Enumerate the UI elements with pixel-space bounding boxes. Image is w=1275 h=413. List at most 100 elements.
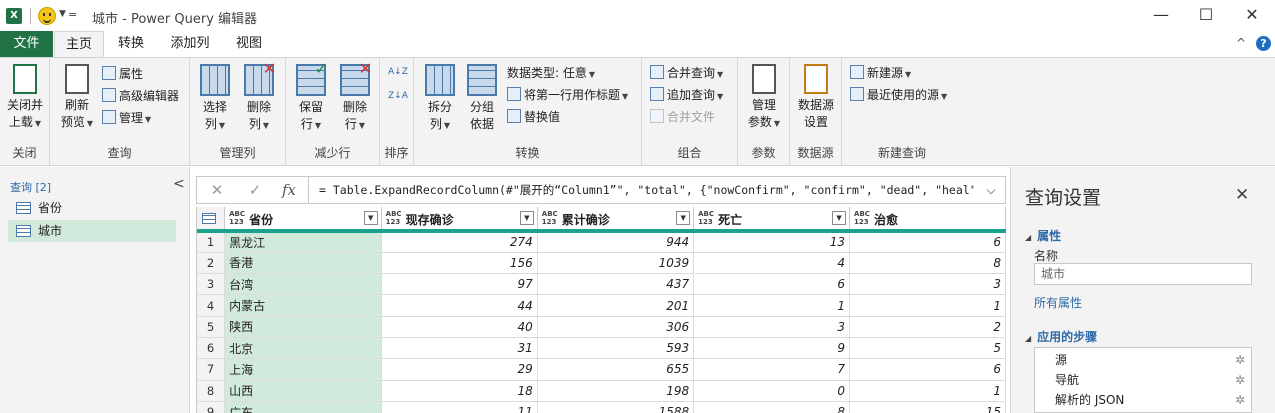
filter-dropdown-icon[interactable]: ▼: [832, 211, 847, 225]
close-and-load-button[interactable]: 关闭并 上载 ▼: [3, 62, 47, 132]
table-cell[interactable]: 13: [693, 231, 851, 253]
table-cell[interactable]: 40: [381, 316, 538, 338]
table-cell[interactable]: 198: [537, 380, 695, 402]
tab-view[interactable]: 视图: [226, 31, 272, 57]
data-source-settings-button[interactable]: 数据源 设置: [792, 62, 840, 131]
use-first-row-headers-button[interactable]: 将第一行用作标题 ▼: [507, 85, 628, 105]
excel-app-icon[interactable]: X: [6, 8, 22, 24]
append-queries-button[interactable]: 追加查询 ▼: [650, 85, 723, 105]
cancel-formula-icon[interactable]: ✕: [205, 180, 229, 200]
table-cell[interactable]: 1: [693, 294, 851, 317]
table-cell[interactable]: 31: [381, 337, 538, 360]
table-cell[interactable]: 8: [693, 401, 851, 413]
close-window-button[interactable]: ✕: [1237, 4, 1267, 26]
choose-columns-button[interactable]: 选择 列 ▼: [194, 62, 236, 134]
table-cell[interactable]: 4: [693, 252, 851, 275]
keep-rows-button[interactable]: 保留 行▼: [290, 60, 332, 134]
table-cell[interactable]: 6: [849, 231, 1006, 253]
table-cell[interactable]: 15: [849, 401, 1006, 413]
table-row[interactable]: 9 广东 11 1588 8 15: [197, 401, 1006, 413]
table-cell[interactable]: 1: [849, 294, 1006, 317]
table-cell[interactable]: 201: [537, 294, 695, 317]
filter-dropdown-icon[interactable]: ▼: [519, 211, 534, 225]
table-cell[interactable]: 1: [849, 380, 1006, 402]
close-settings-icon[interactable]: ✕: [1235, 185, 1249, 205]
query-name-input[interactable]: 城市: [1034, 263, 1252, 285]
column-header-confirm[interactable]: ABC 123 累计确诊 ▼: [537, 207, 695, 233]
table-cell[interactable]: 274: [381, 231, 538, 253]
recent-sources-button[interactable]: 最近使用的源 ▼: [850, 85, 947, 105]
table-cell[interactable]: 香港: [224, 252, 382, 275]
query-item-province[interactable]: 省份: [8, 197, 176, 219]
new-source-button[interactable]: 新建源 ▼: [850, 63, 911, 83]
table-row[interactable]: 1 黑龙江 274 944 13 6: [197, 231, 1006, 253]
table-cell[interactable]: 593: [537, 337, 695, 360]
table-row[interactable]: 5 陕西 40 306 3 2: [197, 316, 1006, 338]
applied-step[interactable]: 导航 ✲: [1035, 370, 1251, 390]
table-cell[interactable]: 306: [537, 316, 695, 338]
advanced-editor-button[interactable]: 高级编辑器: [102, 86, 179, 106]
quick-access-customize-icon[interactable]: =: [68, 8, 77, 21]
table-cell[interactable]: 9: [693, 337, 851, 360]
fx-icon[interactable]: fx: [277, 180, 301, 200]
merge-queries-button[interactable]: 合并查询 ▼: [650, 63, 723, 83]
applied-step[interactable]: 解析的 JSON ✲: [1035, 390, 1251, 410]
table-row[interactable]: 3 台湾 97 437 6 3: [197, 273, 1006, 296]
sort-descending-icon[interactable]: Z↓A: [388, 86, 408, 106]
table-cell[interactable]: 上海: [224, 358, 382, 381]
applied-step[interactable]: 源 ✲: [1035, 350, 1251, 370]
table-cell[interactable]: 655: [537, 358, 695, 381]
table-row[interactable]: 8 山西 18 198 0 1: [197, 380, 1006, 402]
sort-ascending-icon[interactable]: A↓Z: [388, 62, 408, 82]
table-cell[interactable]: 944: [537, 231, 695, 253]
table-cell[interactable]: 29: [381, 358, 538, 381]
table-cell[interactable]: 0: [693, 380, 851, 402]
table-cell[interactable]: 山西: [224, 380, 382, 402]
remove-columns-button[interactable]: 删除 列▼: [238, 60, 280, 134]
gear-icon[interactable]: ✲: [1235, 350, 1245, 370]
combine-files-button[interactable]: 合并文件: [650, 107, 715, 127]
tab-home[interactable]: 主页: [54, 31, 104, 57]
column-header-dead[interactable]: ABC 123 死亡 ▼: [693, 207, 851, 233]
table-cell[interactable]: 1588: [537, 401, 695, 413]
table-cell[interactable]: 97: [381, 273, 538, 296]
minimize-button[interactable]: —: [1146, 4, 1176, 26]
column-header-now-confirm[interactable]: ABC 123 现存确诊 ▼: [381, 207, 538, 233]
table-row[interactable]: 4 内蒙古 44 201 1 1: [197, 294, 1006, 317]
gear-icon[interactable]: ✲: [1235, 390, 1245, 410]
table-cell[interactable]: 台湾: [224, 273, 382, 296]
feedback-smiley-icon[interactable]: [38, 7, 56, 25]
table-cell[interactable]: 内蒙古: [224, 294, 382, 317]
table-cell[interactable]: 18: [381, 380, 538, 402]
gear-icon[interactable]: ✲: [1235, 370, 1245, 390]
table-cell[interactable]: 黑龙江: [224, 231, 382, 253]
help-icon[interactable]: ?: [1256, 36, 1271, 51]
manage-parameters-button[interactable]: 管理 参数 ▼: [742, 62, 786, 132]
table-cell[interactable]: 1039: [537, 252, 695, 275]
data-type-dropdown[interactable]: 数据类型: 任意 ▼: [507, 63, 595, 83]
table-cell[interactable]: 广东: [224, 401, 382, 413]
properties-section-header[interactable]: ◢ 属性: [1025, 227, 1061, 244]
table-row[interactable]: 2 香港 156 1039 4 8: [197, 252, 1006, 275]
group-by-button[interactable]: 分组 依据: [462, 62, 502, 133]
table-cell[interactable]: 5: [849, 337, 1006, 360]
table-cell[interactable]: 7: [693, 358, 851, 381]
table-cell[interactable]: 2: [849, 316, 1006, 338]
column-header-heal[interactable]: ABC 123 治愈: [849, 207, 1006, 233]
manage-query-button[interactable]: 管理 ▼: [102, 108, 151, 128]
filter-dropdown-icon[interactable]: ▼: [676, 211, 691, 225]
filter-dropdown-icon[interactable]: ▼: [363, 211, 378, 225]
formula-input[interactable]: = Table.ExpandRecordColumn(#"展开的“Column1…: [308, 177, 974, 203]
all-properties-link[interactable]: 所有属性: [1034, 294, 1082, 311]
quick-access-dropdown-icon[interactable]: ▼: [59, 9, 66, 19]
table-cell[interactable]: 8: [849, 252, 1006, 275]
table-cell[interactable]: 6: [693, 273, 851, 296]
table-cell[interactable]: 3: [693, 316, 851, 338]
query-item-city[interactable]: 城市: [8, 220, 176, 242]
table-cell[interactable]: 陕西: [224, 316, 382, 338]
properties-button[interactable]: 属性: [102, 64, 143, 84]
remove-rows-button[interactable]: 删除 行▼: [334, 60, 376, 134]
column-header-province[interactable]: ABC 123 省份 ▼: [224, 207, 382, 233]
refresh-preview-button[interactable]: 刷新 预览 ▼: [55, 62, 99, 132]
maximize-button[interactable]: ☐: [1191, 4, 1221, 26]
